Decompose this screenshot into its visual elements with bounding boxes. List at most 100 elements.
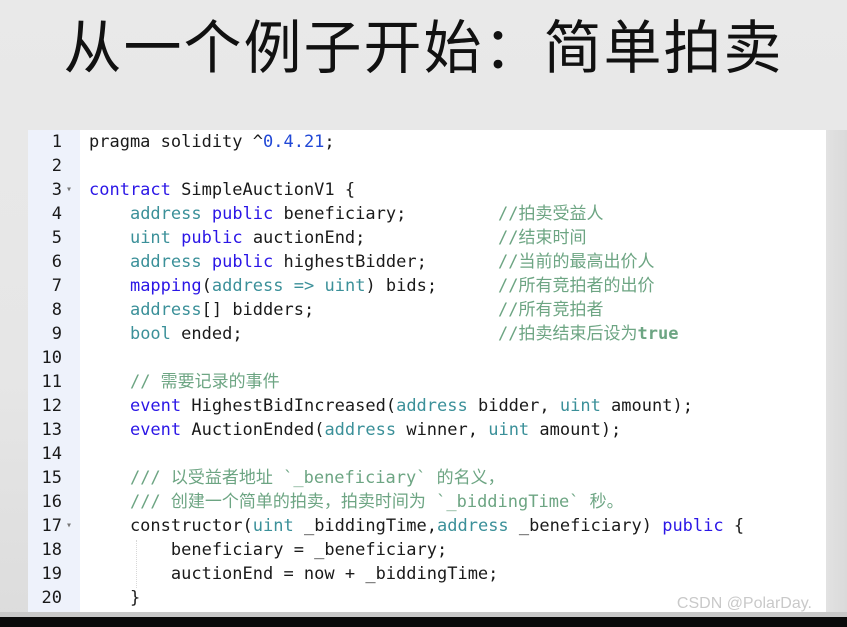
keyword-token: mapping — [129, 276, 202, 296]
slide-right-margin — [826, 130, 847, 617]
line-number: 5 — [51, 228, 62, 248]
code-editor-panel: 1 pragma solidity ^0.4.21; 2 3 ▾ contract Sim… — [28, 130, 826, 612]
code-text: HighestBidIncreased( — [181, 396, 397, 416]
type-token: uint — [559, 396, 601, 416]
code-line: 5 uint public auctionEnd; //结束时间 — [28, 226, 826, 250]
code-text: _biddingTime, — [293, 516, 438, 536]
number-token: 0.4.21 — [263, 132, 325, 152]
code-line: 11 // 需要记录的事件 — [28, 370, 826, 394]
type-token: address — [396, 396, 468, 416]
line-number: 18 — [41, 540, 62, 560]
line-number: 12 — [41, 396, 62, 416]
line-number: 8 — [51, 300, 62, 320]
line-number: 17 — [41, 516, 62, 536]
code-text: amount); — [529, 420, 622, 440]
code-line: 1 pragma solidity ^0.4.21; — [28, 130, 826, 154]
inline-comment: //拍卖结束后设为true — [498, 322, 678, 346]
fold-arrow-icon[interactable]: ▾ — [66, 178, 76, 202]
keyword-token: public — [211, 252, 274, 272]
screen-bottom-bar — [0, 617, 847, 627]
code-text: auctionEnd = now + _biddingTime; — [89, 564, 499, 584]
code-content: pragma solidity ^0.4.21; — [89, 130, 335, 154]
code-text: ) bids; — [365, 276, 438, 296]
code-text: ( — [201, 276, 212, 296]
code-content: // 需要记录的事件 — [89, 370, 280, 394]
code-lines: 1 pragma solidity ^0.4.21; 2 3 ▾ contract Sim… — [28, 130, 826, 610]
code-text: AuctionEnded( — [181, 420, 325, 440]
type-token: address — [437, 516, 509, 536]
code-line: 17 ▾ constructor(uint _biddingTime,addres… — [28, 514, 826, 538]
code-content: event AuctionEnded(address winner, uint … — [89, 418, 621, 442]
comment-text: //所有竞拍者的出价 — [498, 276, 655, 296]
code-line: 15 /// 以受益者地址 `_beneficiary` 的名义， — [28, 466, 826, 490]
line-number: 9 — [51, 324, 62, 344]
line-number: 7 — [51, 276, 62, 296]
comment-text: //拍卖结束后设为 — [498, 324, 638, 344]
fold-arrow-icon[interactable]: ▾ — [66, 514, 76, 538]
comment-text: //当前的最高出价人 — [498, 252, 655, 272]
type-token: => — [293, 276, 315, 296]
code-content: auctionEnd = now + _biddingTime; — [89, 562, 499, 586]
line-number: 2 — [51, 156, 62, 176]
code-text: beneficiary = _beneficiary; — [89, 540, 448, 560]
code-text: ; — [324, 132, 335, 152]
keyword-token: public — [181, 228, 243, 248]
line-number: 19 — [41, 564, 62, 584]
code-content: contract SimpleAuctionV1 { — [89, 178, 355, 202]
code-content: beneficiary = _beneficiary; — [89, 538, 447, 562]
type-token: bool — [129, 324, 171, 344]
inline-comment: //当前的最高出价人 — [498, 250, 654, 274]
code-content: address[] bidders; — [89, 298, 314, 322]
code-content: event HighestBidIncreased(address bidder… — [89, 394, 693, 418]
comment-token: // 需要记录的事件 — [129, 372, 280, 392]
type-token: address — [129, 300, 202, 320]
line-number: 10 — [41, 348, 62, 368]
line-number: 11 — [41, 372, 62, 392]
code-text: beneficiary; — [273, 204, 407, 224]
comment-text: //拍卖受益人 — [498, 204, 604, 224]
code-text: auctionEnd; — [242, 228, 366, 248]
code-text: ended; — [170, 324, 243, 344]
code-line: 13 event AuctionEnded(address winner, ui… — [28, 418, 826, 442]
comment-token: /// 以受益者地址 `_beneficiary` 的名义， — [129, 468, 505, 488]
keyword-token: public — [662, 516, 724, 536]
line-number: 1 — [51, 132, 62, 152]
line-number: 6 — [51, 252, 62, 272]
inline-comment: //所有竞拍者的出价 — [498, 274, 654, 298]
inline-comment: //所有竞拍者 — [498, 298, 603, 322]
keyword-token: contract — [89, 180, 171, 200]
type-token: uint — [488, 420, 530, 440]
code-line: 2 — [28, 154, 826, 178]
line-number: 14 — [41, 444, 62, 464]
code-text: _beneficiary) — [508, 516, 663, 536]
line-number: 4 — [51, 204, 62, 224]
code-text: constructor( — [89, 516, 253, 536]
code-line: 14 — [28, 442, 826, 466]
keyword-token: event — [129, 420, 182, 440]
code-line: 19 auctionEnd = now + _biddingTime; — [28, 562, 826, 586]
line-number: 20 — [41, 588, 62, 608]
code-text: winner, — [396, 420, 489, 440]
code-content: /// 以受益者地址 `_beneficiary` 的名义， — [89, 466, 505, 490]
inline-comment: //拍卖受益人 — [498, 202, 603, 226]
comment-text: //所有竞拍者 — [498, 300, 604, 320]
code-text: bidder, — [467, 396, 560, 416]
line-number: 3 — [51, 180, 62, 200]
code-line: 10 — [28, 346, 826, 370]
code-text: highestBidder; — [273, 252, 427, 272]
code-line: 6 address public highestBidder; //当前的最高出价… — [28, 250, 826, 274]
line-number: 15 — [41, 468, 62, 488]
code-text: { — [723, 516, 745, 536]
code-content: bool ended; — [89, 322, 243, 346]
line-number: 13 — [41, 420, 62, 440]
